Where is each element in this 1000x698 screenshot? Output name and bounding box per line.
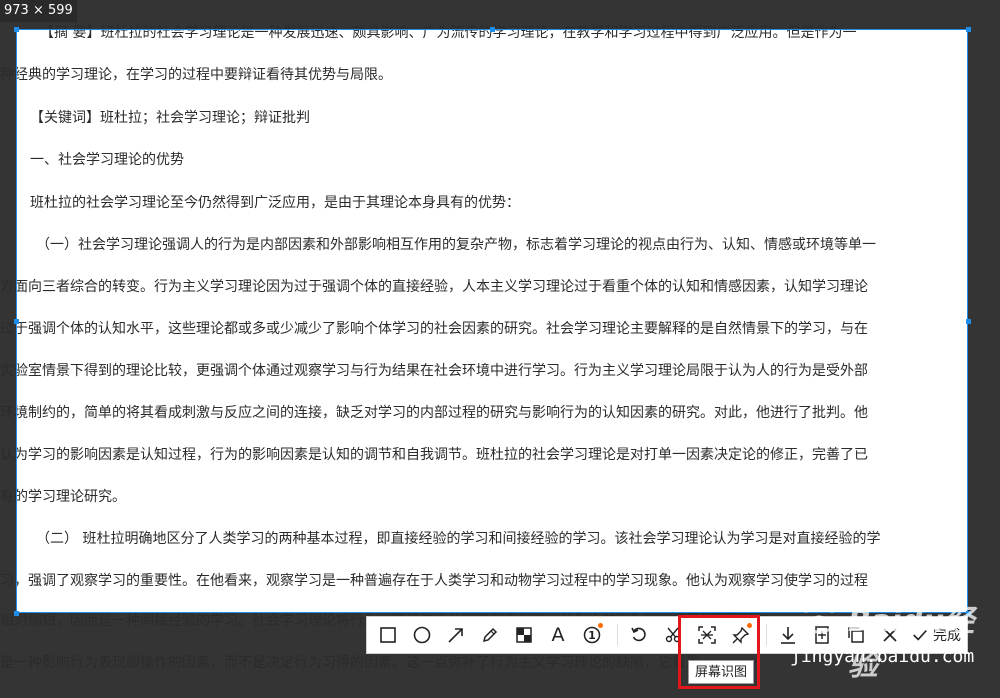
pen-icon (482, 627, 498, 643)
mosaic-icon (516, 627, 532, 643)
selection-size-label: 973 × 599 (0, 0, 77, 22)
number-tool-glyph: 1 (588, 628, 596, 642)
arrow-tool[interactable] (441, 620, 471, 650)
resize-handle-ml[interactable] (14, 319, 19, 324)
rectangle-icon (380, 627, 396, 643)
cancel-tool[interactable] (875, 620, 905, 650)
mosaic-tool[interactable] (509, 620, 539, 650)
new-badge-dot (747, 623, 752, 628)
dim-top (0, 0, 1000, 29)
download-icon (781, 627, 795, 644)
long-screenshot-tool[interactable] (807, 620, 837, 650)
arrow-icon (448, 628, 463, 643)
rectangle-tool[interactable] (373, 620, 403, 650)
copy-tool[interactable] (841, 620, 871, 650)
check-icon (913, 629, 927, 641)
selection-area (16, 29, 968, 613)
ocr-tooltip: 屏幕识图 (688, 660, 755, 684)
new-badge-dot (598, 623, 603, 628)
circle-icon (413, 626, 431, 644)
pin-icon (732, 626, 750, 644)
copy-icon (848, 627, 864, 643)
ellipse-tool[interactable] (407, 620, 437, 650)
dim-right (968, 29, 1000, 613)
resize-handle-tc[interactable] (490, 27, 495, 32)
resize-handle-mr[interactable] (966, 319, 971, 324)
screenshot-toolbar: A 1 完成 (366, 616, 968, 654)
resize-handle-tl[interactable] (14, 27, 19, 32)
download-tool[interactable] (773, 620, 803, 650)
resize-handle-bl[interactable] (14, 611, 19, 616)
pen-tool[interactable] (475, 620, 505, 650)
done-button[interactable]: 完成 (911, 625, 961, 645)
cut-tool[interactable] (658, 620, 688, 650)
pin-tool[interactable] (726, 620, 756, 650)
close-icon (883, 628, 897, 642)
done-label: 完成 (933, 628, 961, 644)
long-screenshot-icon (815, 626, 829, 644)
screen-ocr-tool[interactable] (692, 620, 722, 650)
resize-handle-tr[interactable] (966, 27, 971, 32)
scissors-icon (665, 627, 681, 643)
text-tool[interactable]: A (543, 620, 573, 650)
text-icon: A (551, 624, 565, 646)
toolbar-separator (766, 624, 767, 646)
undo-tool[interactable] (624, 620, 654, 650)
number-tool[interactable]: 1 (577, 620, 607, 650)
scan-icon (698, 626, 716, 644)
toolbar-separator (617, 624, 618, 646)
undo-icon (631, 627, 646, 642)
